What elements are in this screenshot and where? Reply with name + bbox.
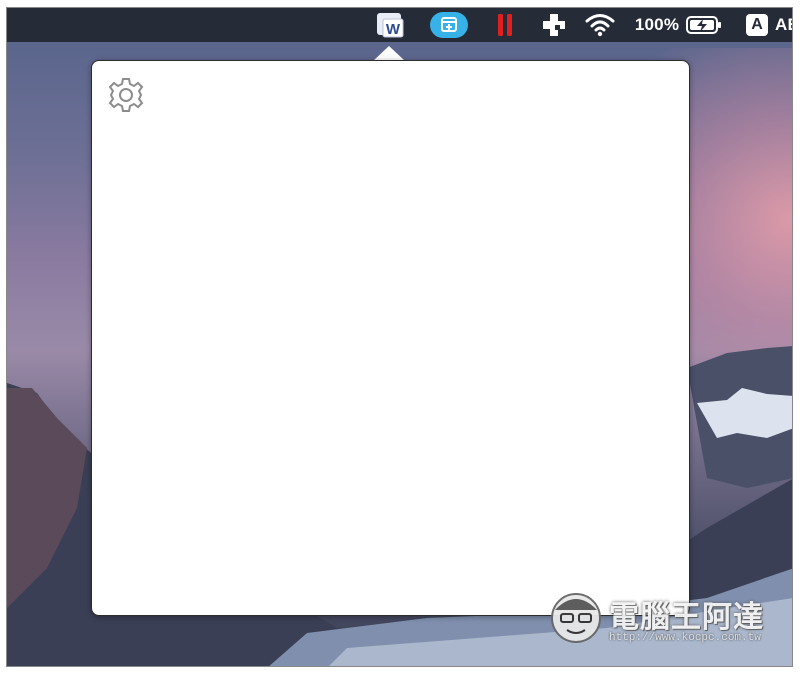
screen-share-menu-item[interactable]	[429, 8, 469, 42]
battery-charging-icon	[686, 16, 721, 34]
wifi-icon	[585, 14, 615, 37]
word-label: W	[386, 21, 401, 38]
input-source-more-text: AE	[775, 15, 792, 34]
input-source-letter: A	[751, 16, 763, 33]
pause-icon	[498, 14, 512, 36]
plus-icon	[543, 14, 565, 36]
watermark-url: http://www.kocpc.com.tw	[609, 632, 761, 644]
desktop-screenshot: W 100% A A 電腦王阿達 http://www.kocpc.com.tw	[6, 7, 793, 667]
input-source-badge: A	[746, 14, 768, 36]
screen-share-icon	[430, 12, 468, 38]
input-source-menu-item[interactable]: A	[743, 8, 771, 42]
popover-arrow	[373, 46, 405, 61]
site-watermark: 電腦王阿達 http://www.kocpc.com.tw	[547, 586, 787, 656]
battery-percent-text: 100%	[634, 15, 680, 34]
pause-menu-item[interactable]	[493, 8, 517, 42]
input-source-more: AE	[775, 8, 792, 42]
battery-percent-label: 100%	[629, 8, 685, 42]
menu-bar: W 100% A A	[7, 8, 792, 42]
word-popover	[91, 60, 690, 616]
wifi-menu-item[interactable]	[584, 8, 616, 42]
watermark-title: 電腦王阿達	[609, 600, 764, 635]
battery-menu-item[interactable]	[685, 8, 725, 42]
gear-icon[interactable]	[106, 75, 146, 115]
mascot-logo-icon	[551, 593, 601, 643]
word-app-icon: W	[377, 13, 404, 38]
word-menu-item[interactable]: W	[373, 8, 407, 42]
plus-menu-item[interactable]	[539, 8, 569, 42]
